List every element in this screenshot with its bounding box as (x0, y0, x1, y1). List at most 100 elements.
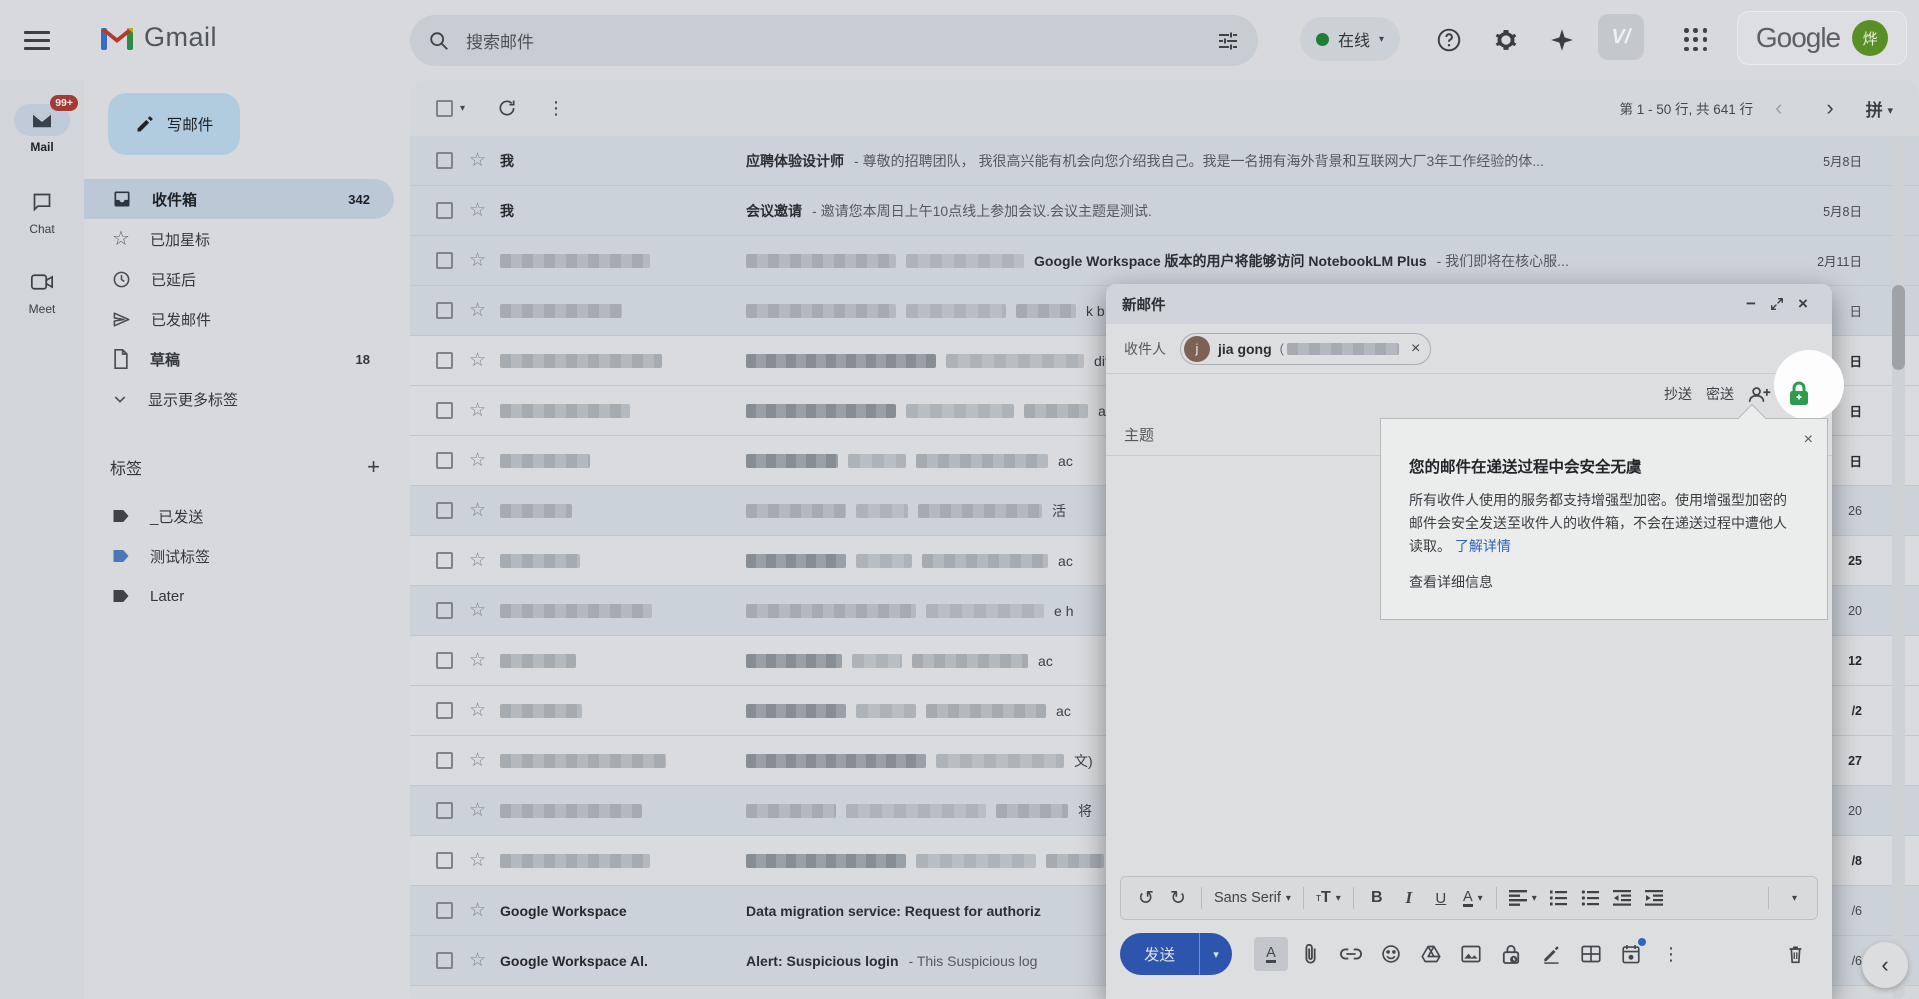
newer-page-button[interactable]: ‹ (1753, 95, 1804, 121)
redo-icon[interactable]: ↻ (1163, 882, 1193, 914)
star-icon[interactable]: ☆ (469, 149, 486, 172)
indent-increase-button[interactable] (1639, 882, 1669, 914)
send-label[interactable]: 发送 (1120, 933, 1199, 975)
star-icon[interactable]: ☆ (469, 949, 486, 972)
send-options-icon[interactable]: ▾ (1200, 933, 1232, 975)
row-checkbox[interactable] (436, 152, 453, 169)
row-checkbox[interactable] (436, 452, 453, 469)
close-icon[interactable]: × (1790, 291, 1816, 317)
sidebar-item-inbox[interactable]: 收件箱 342 (84, 179, 394, 219)
row-checkbox[interactable] (436, 752, 453, 769)
row-checkbox[interactable] (436, 952, 453, 969)
remove-recipient-icon[interactable]: × (1411, 340, 1420, 358)
underline-button[interactable]: U (1426, 882, 1456, 914)
email-row[interactable]: ☆Google Workspace 版本的用户将能够访问 NotebookLM … (410, 236, 1919, 286)
profile-chip[interactable]: Google 烨 (1737, 11, 1907, 65)
account-avatar[interactable]: 烨 (1852, 20, 1888, 56)
sidebar-item-starred[interactable]: ☆ 已加星标 (84, 219, 394, 259)
select-dropdown-icon[interactable]: ▾ (460, 103, 465, 114)
more-options-icon[interactable]: ⋮ (1654, 937, 1688, 971)
add-contacts-icon[interactable] (1748, 385, 1772, 403)
more-formatting-icon[interactable]: ▾ (1777, 882, 1807, 914)
settings-gear-icon[interactable] (1492, 26, 1520, 54)
bulleted-list-button[interactable] (1575, 882, 1605, 914)
star-icon[interactable]: ☆ (469, 399, 486, 422)
star-icon[interactable]: ☆ (469, 849, 486, 872)
search-filter-icon[interactable] (1216, 29, 1240, 53)
insert-drive-icon[interactable] (1414, 937, 1448, 971)
font-family-selector[interactable]: Sans Serif▾ (1210, 882, 1295, 914)
add-label-button[interactable]: + (367, 454, 380, 480)
row-checkbox[interactable] (436, 502, 453, 519)
align-button[interactable]: ▾ (1505, 882, 1541, 914)
email-row[interactable]: ☆我应聘体验设计师 - 尊敬的招聘团队， 我很高兴能有机会向您介绍我自己。我是一… (410, 136, 1919, 186)
gemini-sparkle-icon[interactable] (1548, 26, 1576, 54)
row-checkbox[interactable] (436, 652, 453, 669)
star-icon[interactable]: ☆ (469, 699, 486, 722)
encryption-lock-icon[interactable] (1786, 381, 1812, 407)
row-checkbox[interactable] (436, 252, 453, 269)
star-icon[interactable]: ☆ (469, 349, 486, 372)
star-icon[interactable]: ☆ (469, 499, 486, 522)
insert-link-icon[interactable] (1334, 937, 1368, 971)
rail-item-mail[interactable]: 99+ Mail (0, 104, 84, 154)
row-checkbox[interactable] (436, 702, 453, 719)
indent-decrease-button[interactable] (1607, 882, 1637, 914)
row-checkbox[interactable] (436, 602, 453, 619)
sidebar-label-test[interactable]: 测试标签 (84, 536, 394, 576)
scrollbar-thumb[interactable] (1892, 285, 1905, 370)
search-bar[interactable]: 搜索邮件 (410, 15, 1258, 66)
insert-photo-icon[interactable] (1454, 937, 1488, 971)
numbered-list-button[interactable] (1543, 882, 1573, 914)
insert-signature-icon[interactable] (1534, 937, 1568, 971)
refresh-icon[interactable] (497, 98, 517, 118)
row-checkbox[interactable] (436, 552, 453, 569)
hamburger-menu-icon[interactable] (24, 26, 50, 48)
text-color-button[interactable]: A▾ (1458, 882, 1488, 914)
insert-emoji-icon[interactable] (1374, 937, 1408, 971)
sidebar-item-drafts[interactable]: 草稿 18 (84, 339, 394, 379)
cc-link[interactable]: 抄送 (1664, 384, 1692, 404)
row-checkbox[interactable] (436, 902, 453, 919)
row-checkbox[interactable] (436, 802, 453, 819)
help-icon[interactable] (1435, 26, 1463, 54)
email-row[interactable]: ☆我会议邀请 - 邀请您本周日上午10点线上参加会议.会议主题是测试.5月8日 (410, 186, 1919, 236)
italic-button[interactable]: I (1394, 882, 1424, 914)
compose-header[interactable]: 新邮件 − × (1106, 284, 1832, 324)
recipient-row[interactable]: 收件人 j jia gong ( × (1106, 324, 1832, 374)
sidebar-item-snoozed[interactable]: 已延后 (84, 259, 394, 299)
star-icon[interactable]: ☆ (469, 199, 486, 222)
view-details-link[interactable]: 查看详细信息 (1409, 572, 1493, 592)
learn-more-link[interactable]: 了解详情 (1455, 538, 1511, 554)
star-icon[interactable]: ☆ (469, 449, 486, 472)
row-checkbox[interactable] (436, 402, 453, 419)
send-button[interactable]: 发送 ▾ (1120, 933, 1232, 975)
star-icon[interactable]: ☆ (469, 649, 486, 672)
scrollbar-track[interactable] (1892, 137, 1905, 999)
row-checkbox[interactable] (436, 852, 453, 869)
select-all-checkbox[interactable] (436, 100, 453, 117)
star-icon[interactable]: ☆ (469, 899, 486, 922)
chat-status-selector[interactable]: 在线 ▾ (1300, 17, 1400, 61)
minimize-icon[interactable]: − (1738, 291, 1764, 317)
collapse-side-panel-button[interactable]: ‹ (1862, 942, 1908, 988)
star-icon[interactable]: ☆ (469, 549, 486, 572)
bcc-link[interactable]: 密送 (1706, 384, 1734, 404)
attach-file-icon[interactable] (1294, 937, 1328, 971)
formatting-options-button[interactable]: A (1254, 937, 1288, 971)
google-apps-grid-icon[interactable] (1684, 28, 1708, 52)
star-icon[interactable]: ☆ (469, 299, 486, 322)
sidebar-label-sent-custom[interactable]: _已发送 (84, 496, 394, 536)
sidebar-item-sent[interactable]: 已发邮件 (84, 299, 394, 339)
row-checkbox[interactable] (436, 202, 453, 219)
compose-button[interactable]: 写邮件 (108, 93, 240, 155)
text-size-selector[interactable]: тT▾ (1312, 882, 1345, 914)
rail-item-chat[interactable]: Chat (0, 186, 84, 236)
table-layout-icon[interactable] (1574, 937, 1608, 971)
input-tools-button[interactable]: 拼 ▾ (1866, 96, 1893, 121)
popout-icon[interactable] (1764, 291, 1790, 317)
sidebar-label-later[interactable]: Later (84, 576, 394, 616)
extension-badge[interactable]: V/ (1598, 14, 1644, 60)
gmail-logo[interactable]: Gmail (100, 22, 217, 53)
older-page-button[interactable]: › (1804, 95, 1855, 121)
